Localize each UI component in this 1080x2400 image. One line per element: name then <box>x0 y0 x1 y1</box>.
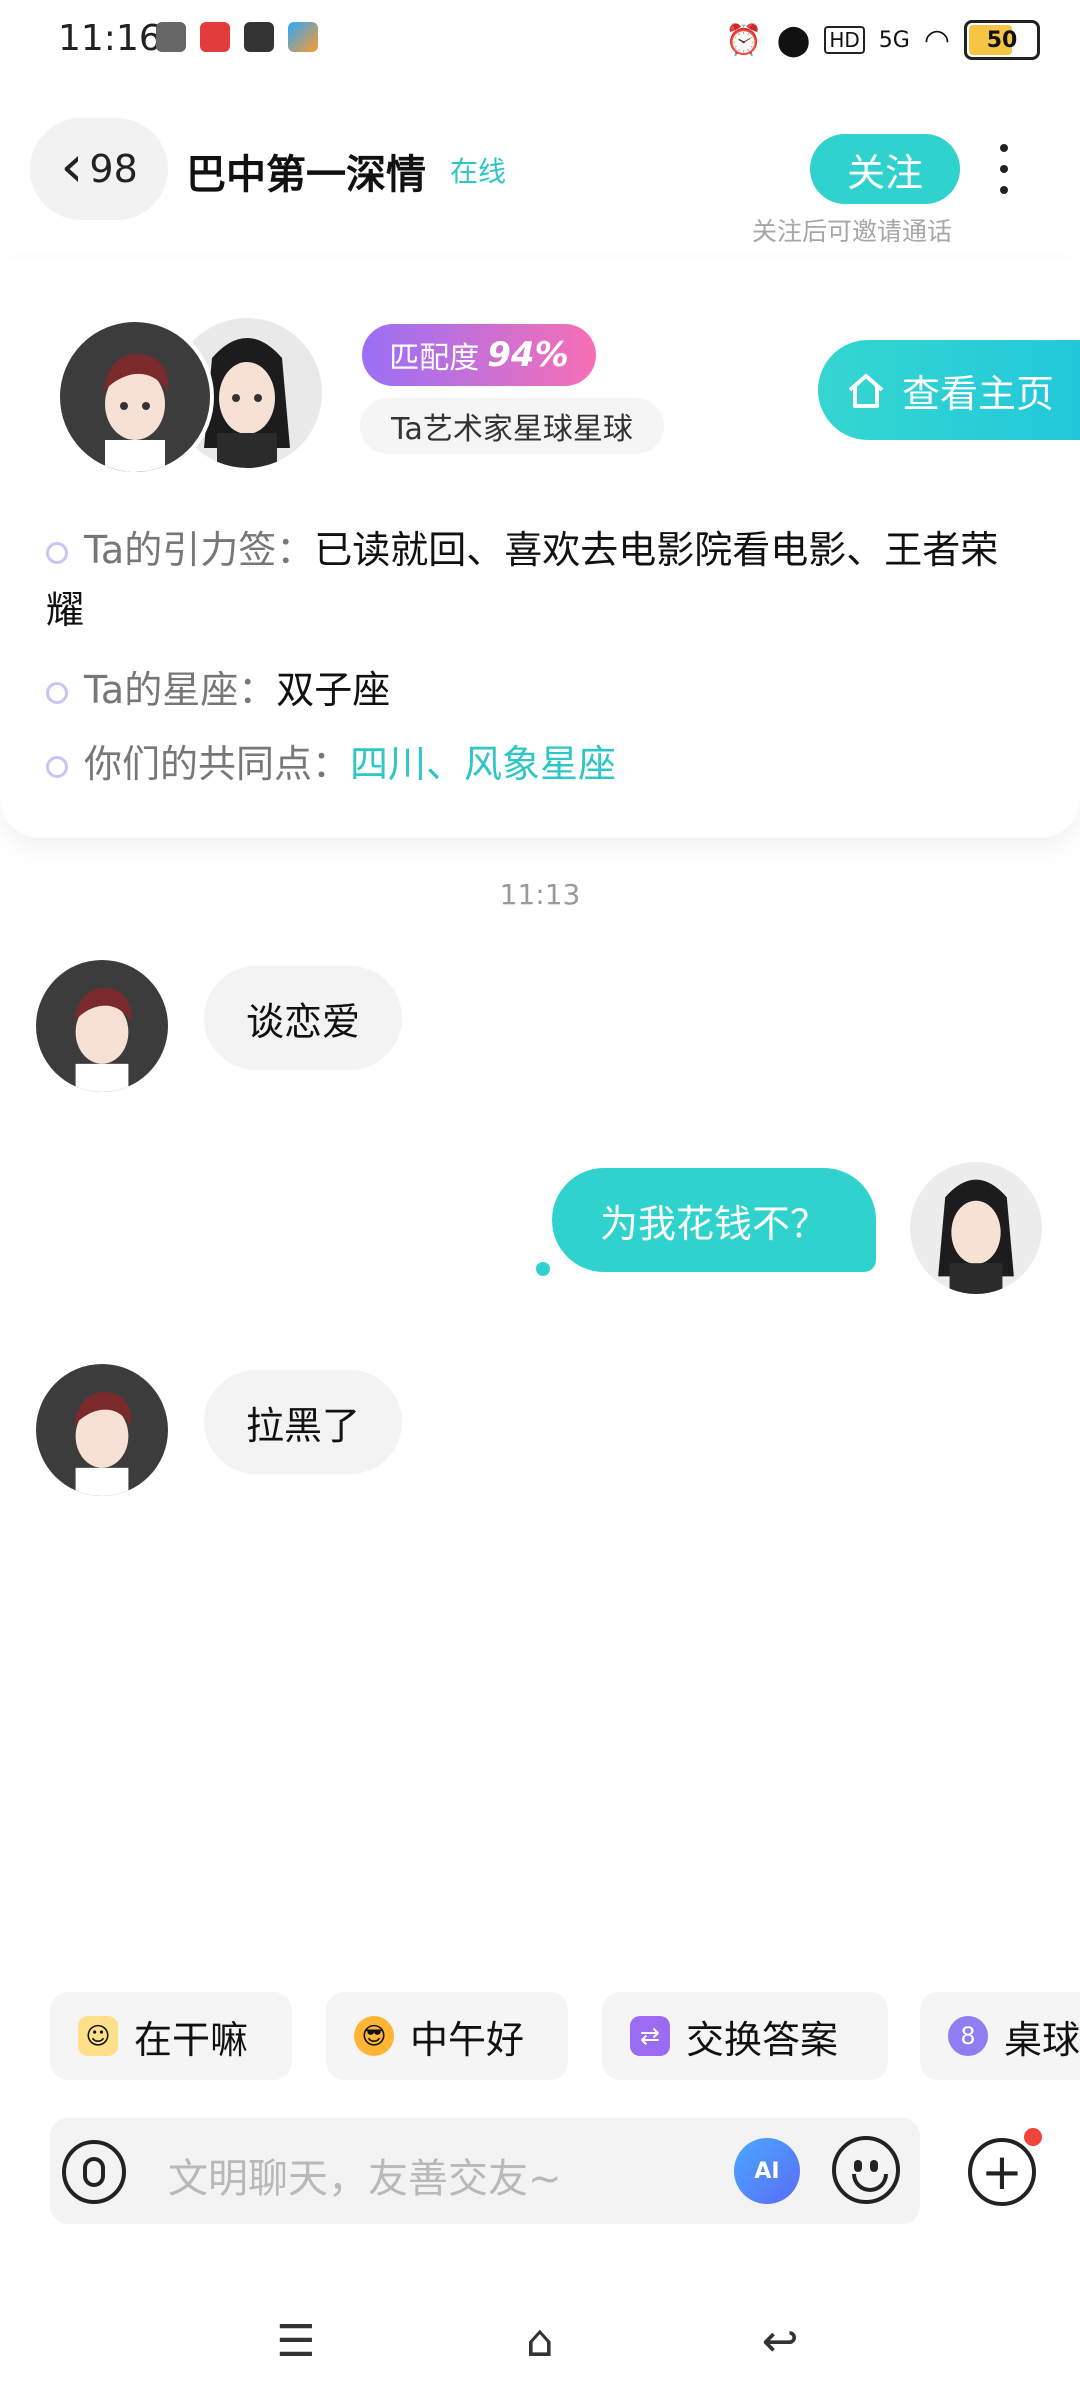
notification-dot <box>1024 2128 1042 2146</box>
match-badge: 匹配度 94% <box>362 324 596 386</box>
quick-reply[interactable]: 8 桌球 <box>920 1992 1080 2080</box>
signal-icon: 5G <box>878 27 910 53</box>
home-nav-icon[interactable]: ⌂ <box>510 2316 570 2367</box>
follow-button[interactable]: 关注 <box>810 134 960 204</box>
voice-icon[interactable] <box>62 2140 126 2204</box>
menu-nav-icon[interactable]: ☰ <box>266 2316 326 2367</box>
attraction-row: Ta的引力签：已读就回、喜欢去电影院看电影、王者荣耀 <box>46 520 1036 640</box>
ai-assistant-icon[interactable]: AI <box>734 2138 800 2204</box>
match-label: 匹配度 <box>389 341 480 376</box>
zodiac-label: Ta的星座： <box>84 668 277 712</box>
battery-level: 50 <box>986 27 1018 53</box>
unread-indicator <box>536 1262 550 1276</box>
status-icons: ⏰ ⬤ HD 5G ◠ 50 <box>725 20 1040 60</box>
message-bubble-incoming[interactable]: 谈恋爱 <box>204 966 402 1070</box>
avatar-male[interactable] <box>56 318 214 476</box>
view-profile-label: 查看主页 <box>901 371 1054 416</box>
battery-icon: 50 <box>964 20 1040 60</box>
online-status: 在线 <box>450 155 507 188</box>
follow-hint: 关注后可邀请通话 <box>752 217 953 246</box>
chevron-left-icon: ‹ <box>60 132 84 200</box>
my-avatar[interactable] <box>910 1162 1042 1294</box>
back-button[interactable]: ‹ 98 <box>30 118 168 220</box>
app-icon-flag <box>288 22 318 52</box>
plus-icon[interactable]: + <box>968 2138 1036 2206</box>
notification-icons <box>156 22 318 52</box>
quick-reply[interactable]: 😎 中午好 <box>326 1992 568 2080</box>
sender-avatar[interactable] <box>36 960 168 1092</box>
planet-tag: Ta艺术家星球星球 <box>360 398 664 454</box>
quick-reply-label: 在干嘛 <box>134 2017 249 2062</box>
sender-avatar[interactable] <box>36 1364 168 1496</box>
alarm-icon: ⏰ <box>725 22 763 58</box>
common-label: 你们的共同点： <box>84 742 351 786</box>
status-time: 11:16 <box>58 18 162 59</box>
quick-reply-label: 中午好 <box>410 2017 525 2062</box>
quick-reply-label: 交换答案 <box>686 2017 839 2062</box>
location-icon: ⬤ <box>776 22 811 58</box>
zodiac-value: 双子座 <box>276 668 391 712</box>
wifi-icon: ◠ <box>923 22 950 58</box>
hd-icon: HD <box>824 26 865 54</box>
message-bubble-outgoing[interactable]: 为我花钱不？ <box>552 1168 876 1272</box>
bullet-icon <box>46 681 68 704</box>
attraction-label: Ta的引力签： <box>84 528 315 572</box>
swap-icon: ⇄ <box>630 2016 670 2056</box>
bullet-icon <box>46 755 68 778</box>
back-nav-icon[interactable]: ↩ <box>750 2316 810 2367</box>
unread-count: 98 <box>89 147 138 191</box>
home-icon <box>848 374 884 408</box>
sunglasses-face-icon: 😎 <box>354 2016 394 2056</box>
video-icon <box>244 22 274 52</box>
view-profile-button[interactable]: 查看主页 <box>818 340 1080 440</box>
quick-reply-label: 桌球 <box>1004 2017 1080 2062</box>
match-value: 94% <box>487 335 569 375</box>
zodiac-row: Ta的星座：双子座 <box>46 660 1036 720</box>
more-options-icon[interactable] <box>994 144 1014 194</box>
chat-title: 巴中第一深情 <box>186 152 426 198</box>
wechat-icon <box>156 22 186 52</box>
message-timestamp: 11:13 <box>499 878 581 911</box>
bullet-icon <box>46 541 68 564</box>
common-row: 你们的共同点：四川、风象星座 <box>46 734 1036 794</box>
message-bubble-incoming[interactable]: 拉黑了 <box>204 1370 402 1474</box>
star-face-icon: ☺ <box>78 2016 118 2056</box>
app-icon-red <box>200 22 230 52</box>
quick-reply[interactable]: ⇄ 交换答案 <box>602 1992 888 2080</box>
billiard-ball-icon: 8 <box>948 2016 988 2056</box>
message-input[interactable]: 文明聊天，友善交友~ <box>168 2146 562 2204</box>
emoji-icon[interactable] <box>832 2136 900 2204</box>
quick-reply[interactable]: ☺ 在干嘛 <box>50 1992 292 2080</box>
common-value: 四川、风象星座 <box>350 742 617 786</box>
